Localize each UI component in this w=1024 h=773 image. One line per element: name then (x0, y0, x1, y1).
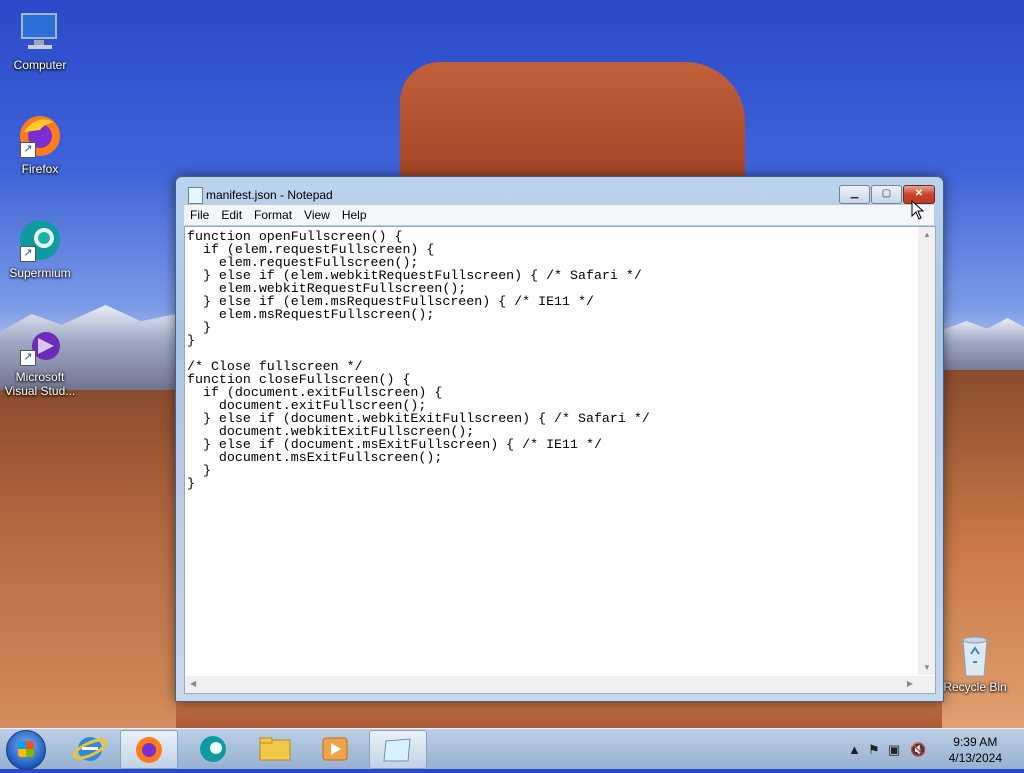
menu-edit[interactable]: Edit (215, 205, 248, 225)
shortcut-arrow-icon: ↗ (20, 350, 36, 366)
maximize-button[interactable]: ▢ (871, 185, 902, 204)
scroll-right-icon[interactable]: ▶ (907, 679, 913, 688)
clock-date: 4/13/2024 (948, 751, 1002, 765)
taskbar: ▲ ⚑ ▣ 🔇 9:39 AM 4/13/2024 (0, 728, 1024, 770)
wallpaper-mountains-right (942, 318, 1024, 378)
title-bar[interactable]: manifest.json - Notepad ▁ ▢ ✕ (176, 177, 943, 205)
minimize-button[interactable]: ▁ (839, 185, 870, 204)
taskbar-firefox[interactable] (120, 730, 178, 769)
supermium-icon: ↗ (16, 216, 64, 264)
windows-logo-icon (18, 741, 34, 757)
start-button[interactable] (6, 730, 46, 770)
wallpaper-ground-left (0, 390, 176, 730)
desktop-icon-label: Microsoft Visual Stud... (4, 370, 76, 398)
clock-time: 9:39 AM (953, 735, 998, 749)
menu-file[interactable]: File (184, 205, 215, 225)
taskbar-file-explorer[interactable] (247, 730, 303, 767)
scroll-up-icon[interactable]: ▲ (923, 230, 931, 239)
desktop-icon-supermium[interactable]: ↗ Supermium (0, 216, 80, 280)
supermium-icon (200, 736, 226, 762)
window-title: manifest.json - Notepad (206, 188, 333, 202)
scrollbar-corner (918, 676, 935, 693)
desktop-icon-computer[interactable]: Computer (0, 8, 80, 72)
shortcut-arrow-icon: ↗ (20, 246, 36, 262)
network-icon[interactable]: ▣ (888, 742, 900, 758)
shortcut-arrow-icon: ↗ (20, 142, 36, 158)
horizontal-scrollbar[interactable]: ◀ ▶ (185, 676, 918, 693)
menu-view[interactable]: View (298, 205, 336, 225)
desktop-icon-label: Recycle Bin (943, 680, 1007, 694)
desktop-icon-recycle-bin[interactable]: Recycle Bin (935, 632, 1015, 694)
system-tray: ▲ ⚑ ▣ 🔇 9:39 AM 4/13/2024 (834, 729, 1024, 769)
taskbar-notepad[interactable] (369, 730, 427, 769)
mouse-cursor-icon (911, 200, 925, 220)
taskbar-media-player[interactable] (307, 730, 363, 767)
wallpaper-ground-bottom (176, 700, 942, 730)
text-editor[interactable]: function openFullscreen() { if (elem.req… (184, 226, 936, 694)
wallpaper-rock (400, 62, 745, 182)
menu-bar: File Edit Format View Help (184, 205, 934, 225)
internet-explorer-icon (72, 737, 108, 761)
recycle-bin-icon (951, 632, 999, 678)
desktop-icon-label: Firefox (21, 162, 59, 176)
taskbar-internet-explorer[interactable] (62, 730, 118, 767)
desktop-icon-firefox[interactable]: ↗ Firefox (0, 112, 80, 176)
desktop-icon-label: Supermium (9, 266, 71, 280)
vertical-scrollbar[interactable]: ▲ ▼ (918, 227, 935, 675)
notepad-icon (188, 187, 203, 204)
volume-muted-icon[interactable]: 🔇 (910, 742, 926, 758)
notepad-icon (383, 738, 411, 762)
file-explorer-icon (259, 737, 291, 761)
scroll-left-icon[interactable]: ◀ (190, 679, 196, 688)
media-player-icon (322, 737, 348, 761)
visual-studio-icon: ↗ (16, 328, 64, 368)
menu-help[interactable]: Help (336, 205, 373, 225)
action-center-flag-icon[interactable]: ⚑ (868, 742, 880, 758)
firefox-icon (136, 737, 162, 763)
taskbar-supermium[interactable] (185, 730, 241, 767)
computer-icon (16, 8, 64, 56)
menu-format[interactable]: Format (248, 205, 298, 225)
scroll-down-icon[interactable]: ▼ (923, 663, 931, 672)
clock[interactable]: 9:39 AM 4/13/2024 (949, 734, 1002, 766)
notepad-window[interactable]: manifest.json - Notepad ▁ ▢ ✕ File Edit … (175, 176, 944, 702)
firefox-icon: ↗ (16, 112, 64, 160)
editor-content[interactable]: function openFullscreen() { if (elem.req… (187, 230, 650, 490)
desktop-icon-label: Computer (13, 58, 67, 72)
show-hidden-icons-icon[interactable]: ▲ (848, 742, 861, 757)
desktop-icon-visual-studio[interactable]: ↗ Microsoft Visual Stud... (0, 328, 80, 398)
